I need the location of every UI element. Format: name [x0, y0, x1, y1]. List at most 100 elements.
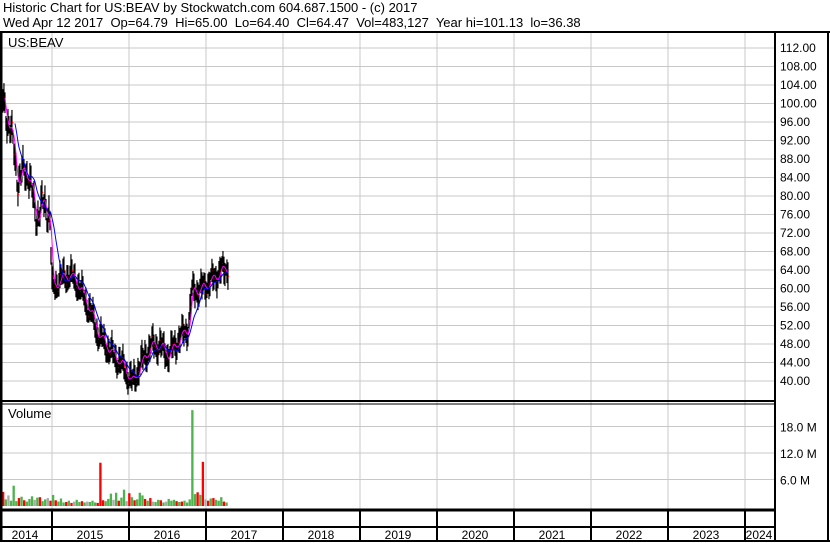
volume-bar: [191, 410, 194, 506]
volume-bar: [9, 500, 13, 506]
volume-bar: [115, 492, 118, 506]
price-tick-label: 112.00: [780, 41, 816, 55]
volume-bar: [23, 500, 26, 506]
volume-bar: [83, 502, 86, 506]
volume-bar: [38, 497, 42, 506]
close-tick: [41, 191, 44, 193]
volume-bar: [201, 461, 205, 506]
price-tick-label: 104.00: [780, 78, 817, 92]
volume-bar: [75, 499, 78, 506]
volume-bar: [30, 496, 34, 506]
long-moving-average: [14, 123, 229, 378]
close-tick: [63, 269, 66, 271]
volume-bar: [170, 500, 173, 506]
volume-bar: [151, 501, 155, 506]
volume-bar: [20, 496, 23, 506]
price-tick-label: 88.00: [780, 152, 810, 166]
volume-bar: [128, 493, 131, 506]
year-label: 2024: [746, 528, 773, 542]
price-tick-label: 80.00: [780, 189, 810, 203]
close-tick: [17, 193, 20, 196]
volume-bar: [133, 500, 136, 506]
volume-bar: [4, 499, 7, 506]
volume-bar: [136, 499, 139, 506]
volume-bar: [51, 494, 55, 506]
volume-bar: [130, 497, 134, 506]
price-tick-label: 100.00: [780, 97, 817, 111]
volume-bar: [101, 500, 105, 506]
volume-bar: [172, 499, 176, 506]
volume-bar: [36, 497, 39, 506]
volume-bar: [180, 501, 184, 506]
volume-bar: [28, 498, 31, 506]
volume-bar: [41, 501, 44, 506]
volume-bar: [54, 500, 57, 506]
volume-bar: [96, 502, 99, 506]
volume-bar: [7, 495, 10, 506]
volume-bar: [62, 502, 65, 506]
volume-bar: [107, 498, 110, 506]
volume-bar: [220, 497, 223, 506]
volume-bar: [209, 498, 212, 506]
close-tick: [71, 270, 74, 272]
volume-bar: [164, 501, 168, 506]
volume-bar: [70, 502, 73, 506]
price-tick-label: 64.00: [780, 263, 810, 277]
year-label: 2021: [539, 528, 566, 542]
volume-bar: [65, 502, 68, 506]
volume-bar: [206, 500, 210, 506]
year-label: 2016: [154, 528, 181, 542]
volume-bar: [217, 500, 220, 506]
price-tick-label: 52.00: [780, 319, 810, 333]
price-tick-label: 84.00: [780, 171, 810, 185]
year-label: 2020: [462, 528, 489, 542]
year-label: 2019: [385, 528, 412, 542]
year-label: 2023: [693, 528, 720, 542]
price-tick-label: 92.00: [780, 134, 810, 148]
volume-bar: [141, 495, 144, 506]
price-tick-label: 44.00: [780, 356, 810, 370]
volume-tick-label: 18.0 M: [780, 421, 817, 435]
close-tick: [11, 122, 14, 124]
year-label: 2017: [231, 528, 258, 542]
volume-bar: [88, 502, 92, 506]
price-chart: US:BEAV Volume 112.00 108.00 104.00 100.00 9…: [0, 31, 830, 542]
volume-bar: [214, 499, 218, 506]
volume-bar: [99, 462, 102, 506]
volume-bar: [44, 499, 47, 506]
price-tick-label: 76.00: [780, 208, 810, 222]
volume-bar: [138, 492, 141, 506]
volume-bar: [93, 502, 97, 506]
price-tick-label: 72.00: [780, 226, 810, 240]
volume-bar: [143, 498, 147, 506]
year-label: 2022: [616, 528, 643, 542]
volume-bar: [49, 500, 52, 506]
volume-bar: [196, 492, 199, 506]
volume-bar: [178, 502, 181, 506]
volume-bar: [149, 498, 152, 506]
volume-bar: [159, 500, 163, 506]
volume-bar: [109, 493, 113, 506]
price-tick-label: 68.00: [780, 245, 810, 259]
volume-bar: [122, 489, 126, 506]
volume-bar: [86, 501, 89, 506]
volume-bar: [212, 498, 215, 506]
volume-bar: [183, 500, 186, 506]
symbol-label: US:BEAV: [8, 35, 64, 50]
volume-bar: [15, 501, 18, 506]
volume-bar: [146, 500, 149, 506]
volume-tick-label: 6.0 M: [780, 474, 810, 488]
volume-tick-label: 12.0 M: [780, 447, 817, 461]
price-tick-label: 60.00: [780, 282, 810, 296]
volume-bar: [193, 494, 197, 506]
price-tick-label: 96.00: [780, 115, 810, 129]
year-label: 2014: [12, 528, 39, 542]
year-label: 2018: [308, 528, 335, 542]
volume-bar: [57, 501, 60, 506]
volume-bar: [78, 502, 81, 506]
volume-bar: [167, 498, 170, 506]
volume-bar: [185, 502, 189, 506]
chart-window: Historic Chart for US:BEAV by Stockwatch…: [0, 0, 830, 543]
volume-bar: [67, 500, 71, 506]
close-tick: [227, 275, 230, 277]
